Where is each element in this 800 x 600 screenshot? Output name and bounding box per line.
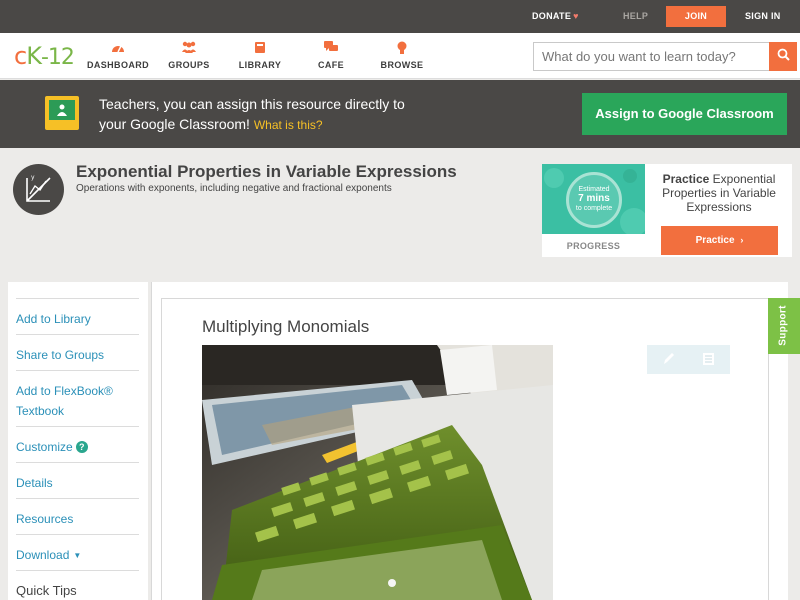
nav-label: BROWSE (380, 60, 424, 70)
top-utility-bar: DONATE ♥ HELP JOIN SIGN IN (0, 0, 800, 33)
book-icon (220, 41, 300, 56)
chat-icon (291, 41, 371, 56)
estimated-label: Estimated (578, 186, 610, 193)
join-button[interactable]: JOIN (666, 6, 726, 27)
heart-icon: ♥ (573, 11, 579, 21)
page-title: Exponential Properties in Variable Expre… (76, 162, 457, 181)
nav-label: CAFE (317, 60, 345, 70)
nav-label: DASHBOARD (86, 60, 150, 70)
search-button[interactable] (769, 42, 797, 71)
nav-label: LIBRARY (238, 60, 282, 70)
search-input[interactable] (533, 42, 770, 71)
notes-icon[interactable] (702, 352, 715, 371)
logo-c: c (14, 42, 27, 70)
nav-groups[interactable]: GROUPS (149, 41, 229, 70)
practice-card: Estimated 7 mins to complete PROGRESS Pr… (542, 164, 792, 257)
nav-dashboard[interactable]: DASHBOARD (78, 41, 158, 70)
caret-down-icon: ▼ (73, 551, 82, 560)
support-tab[interactable]: Support (768, 298, 800, 354)
help-link[interactable]: HELP (623, 0, 648, 33)
nav-browse[interactable]: BROWSE (362, 41, 442, 70)
what-is-this-link[interactable]: What is this? (254, 118, 323, 132)
support-label: Support (777, 305, 789, 346)
gauge-icon (78, 41, 158, 56)
practice-bold: Practice (662, 172, 710, 186)
sidebar-download[interactable]: Download ▼ (16, 534, 139, 566)
lightbulb-icon (362, 41, 442, 56)
nav-cafe[interactable]: CAFE (291, 41, 371, 70)
banner-message: Teachers, you can assign this resource d… (99, 94, 459, 135)
chevron-right-icon: › (740, 235, 744, 245)
sidebar-add-to-library[interactable]: Add to Library (16, 298, 139, 329)
sidebar-add-to-flexbook[interactable]: Add to FlexBook® Textbook (16, 370, 139, 421)
classroom-banner: Teachers, you can assign this resource d… (0, 80, 800, 148)
search-icon (777, 48, 790, 66)
donate-link[interactable]: DONATE ♥ (532, 0, 579, 33)
people-icon (149, 41, 229, 56)
textbook-label: Textbook (16, 404, 65, 418)
ck12-logo[interactable]: cK-12 (14, 42, 75, 70)
estimated-time-badge: Estimated 7 mins to complete (566, 172, 622, 228)
content-tools (647, 345, 730, 374)
signin-link[interactable]: SIGN IN (745, 0, 781, 33)
sidebar-customize[interactable]: Customize? (16, 426, 139, 457)
help-icon[interactable]: ? (75, 441, 88, 453)
google-classroom-icon (45, 96, 79, 130)
to-complete-label: to complete (575, 205, 613, 212)
assign-google-classroom-button[interactable]: Assign to Google Classroom (582, 93, 787, 135)
flexbook-label: Add to FlexBook® (16, 384, 113, 398)
sidebar-resources[interactable]: Resources (16, 498, 139, 529)
section-title: Multiplying Monomials (202, 317, 370, 336)
main-nav: cK-12 DASHBOARD GROUPS LIBRARY CAFE BROW… (0, 33, 800, 79)
concept-graph-icon: y (13, 164, 64, 215)
pencil-icon[interactable] (662, 352, 675, 371)
practice-button[interactable]: Practice › (661, 226, 778, 255)
estimated-minutes: 7 mins (578, 193, 610, 204)
logo-12: -12 (40, 45, 75, 70)
banner-line2: your Google Classroom! (99, 116, 250, 132)
left-sidebar: Add to Library Share to Groups Add to Fl… (8, 282, 148, 600)
download-label: Download (16, 548, 70, 562)
page-subtitle: Operations with exponents, including neg… (76, 183, 392, 194)
customize-label: Customize (16, 440, 73, 454)
sidebar-share-to-groups[interactable]: Share to Groups (16, 334, 139, 365)
progress-panel: Estimated 7 mins to complete (542, 164, 645, 234)
progress-label: PROGRESS (566, 241, 621, 251)
practice-description: Practice Exponential Properties in Varia… (653, 172, 785, 214)
logo-k: K (26, 42, 42, 70)
sidebar-quick-tips[interactable]: Quick Tips (16, 570, 139, 600)
banner-line1: Teachers, you can assign this resource d… (99, 96, 405, 112)
nav-label: GROUPS (168, 60, 210, 70)
calculator-photo (202, 345, 553, 600)
nav-library[interactable]: LIBRARY (220, 41, 300, 70)
sidebar-details[interactable]: Details (16, 462, 139, 493)
svg-text:y: y (31, 174, 35, 181)
practice-button-label: Practice (695, 235, 735, 246)
donate-label: DONATE (532, 11, 572, 21)
